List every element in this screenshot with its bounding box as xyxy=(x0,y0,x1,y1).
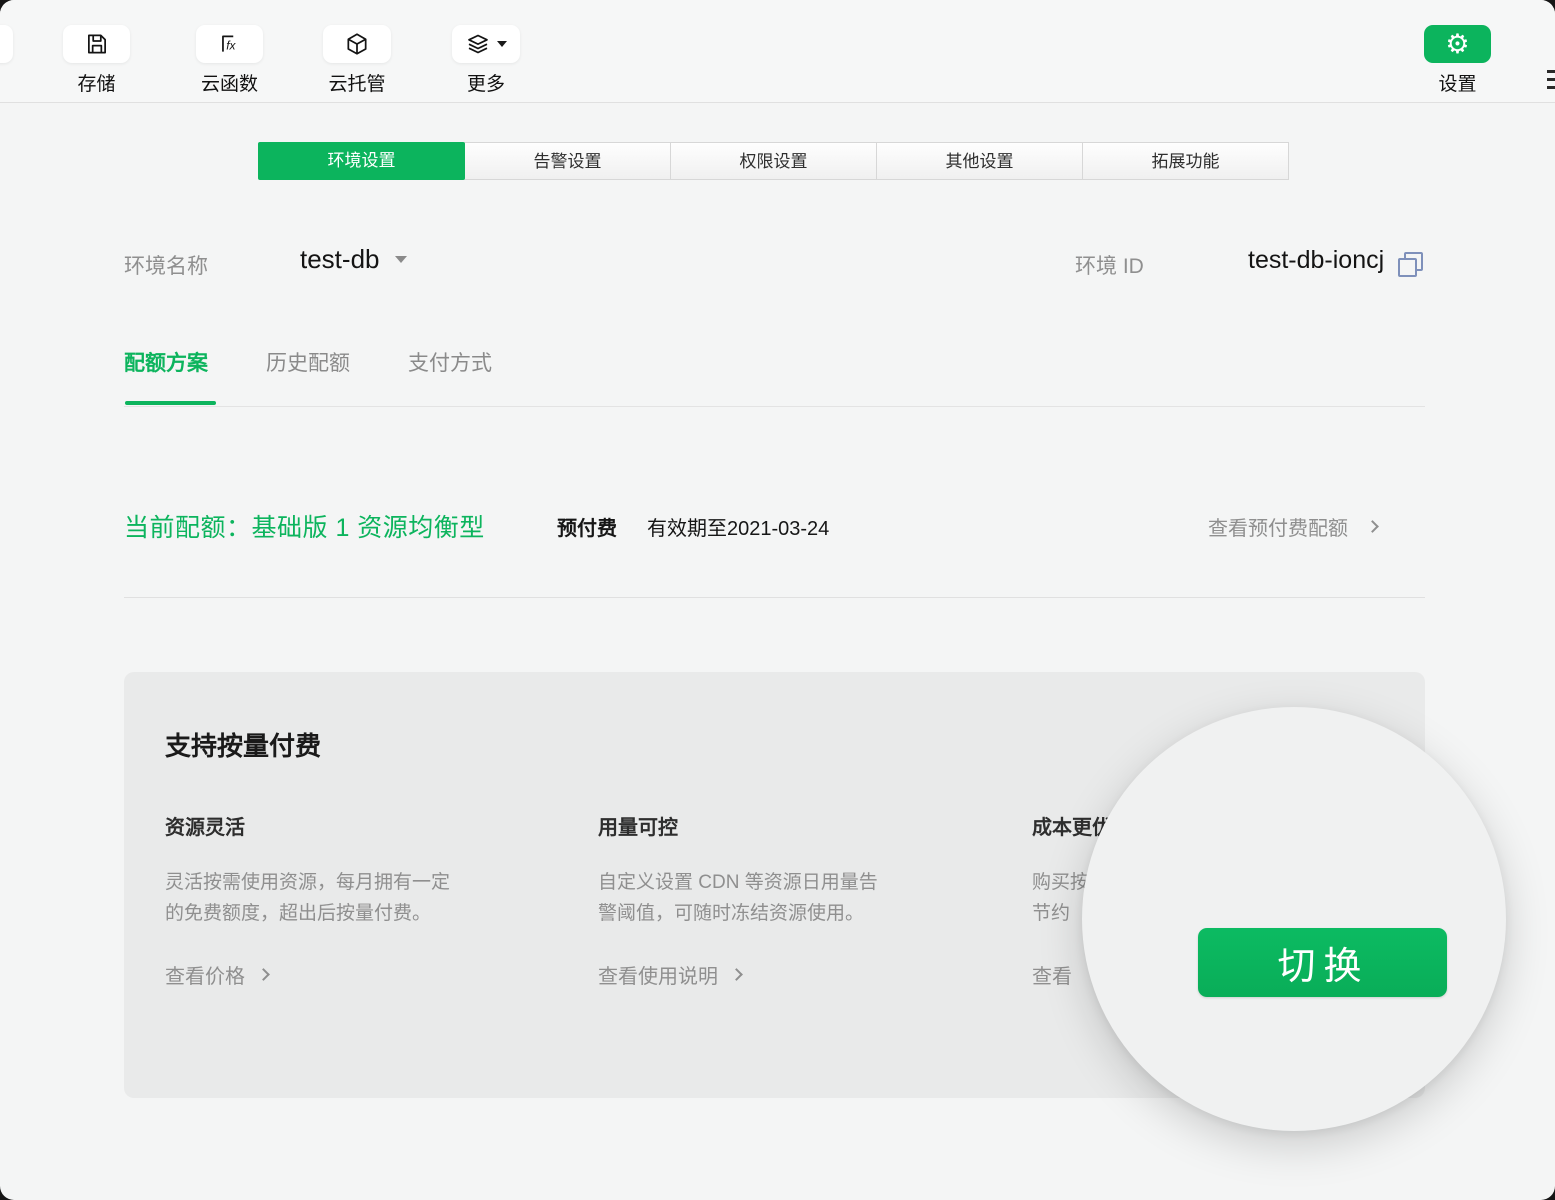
tab-extension-features[interactable]: 拓展功能 xyxy=(1082,142,1289,180)
card-title: 支持按量付费 xyxy=(165,726,321,763)
settings-label: 设置 xyxy=(1424,69,1491,96)
body-line: 灵活按需使用资源，每月拥有一定 xyxy=(165,867,555,898)
link-label: 查看价格 xyxy=(165,960,245,989)
body-line: 的免费额度，超出后按量付费。 xyxy=(165,898,555,929)
environment-name-value: test-db xyxy=(300,244,380,275)
function-fx-icon: fx xyxy=(217,31,243,57)
tab-permission-settings[interactable]: 权限设置 xyxy=(670,142,877,180)
section-divider xyxy=(124,597,1425,598)
environment-id-value: test-db-ioncj xyxy=(1248,246,1384,275)
clipped-toolbar-text xyxy=(1547,70,1555,91)
view-prepaid-quota-link[interactable]: 查看预付费配额 xyxy=(1208,512,1377,541)
caret-down-icon xyxy=(497,41,507,47)
environment-name-label: 环境名称 xyxy=(124,250,208,280)
subtab-divider xyxy=(124,406,1425,407)
view-usage-guide-link[interactable]: 查看使用说明 xyxy=(598,960,988,989)
clipped-toolbar-button[interactable] xyxy=(0,25,13,63)
settings-tab-bar: 环境设置 告警设置 权限设置 其他设置 拓展功能 xyxy=(258,142,1289,180)
tab-other-settings[interactable]: 其他设置 xyxy=(876,142,1083,180)
floppy-disk-icon xyxy=(84,31,110,57)
cloud-function-button[interactable]: fx xyxy=(196,25,263,63)
more-button[interactable] xyxy=(452,25,520,63)
link-label: 查看使用说明 xyxy=(598,960,718,989)
body-line: 自定义设置 CDN 等资源日用量告 xyxy=(598,867,988,898)
link-label: 查看 xyxy=(1032,960,1072,989)
toolbar: 存储 fx 云函数 云托管 xyxy=(0,0,1555,103)
magnifier-highlight-circle xyxy=(1082,707,1506,1131)
tab-alert-settings[interactable]: 告警设置 xyxy=(464,142,671,180)
subtab-payment-method[interactable]: 支付方式 xyxy=(408,347,492,377)
column-usage-control: 用量可控 自定义设置 CDN 等资源日用量告 警阈值，可随时冻结资源使用。 查看… xyxy=(598,811,988,989)
column-heading: 用量可控 xyxy=(598,811,988,840)
copy-icon[interactable] xyxy=(1398,252,1423,277)
current-quota-text: 当前配额：基础版 1 资源均衡型 xyxy=(124,508,485,544)
active-subtab-underline xyxy=(125,401,216,405)
payment-type-text: 预付费 xyxy=(557,512,617,541)
validity-text: 有效期至2021-03-24 xyxy=(647,512,829,541)
column-heading: 资源灵活 xyxy=(165,811,555,840)
environment-name-dropdown[interactable]: test-db xyxy=(300,244,407,275)
chevron-right-icon xyxy=(730,968,743,981)
storage-label: 存储 xyxy=(63,69,130,96)
view-prepaid-quota-label: 查看预付费配额 xyxy=(1208,512,1348,541)
more-label: 更多 xyxy=(452,69,520,96)
chevron-right-icon xyxy=(1366,520,1379,533)
subtab-quota-history[interactable]: 历史配额 xyxy=(266,347,350,377)
layers-icon xyxy=(465,31,491,57)
environment-id-label: 环境 ID xyxy=(1075,250,1144,280)
storage-button[interactable] xyxy=(63,25,130,63)
settings-button[interactable]: ⚙ xyxy=(1424,25,1491,63)
chevron-right-icon xyxy=(257,968,270,981)
subtab-quota-plan[interactable]: 配额方案 xyxy=(124,347,208,377)
cloud-hosting-button[interactable] xyxy=(323,25,391,63)
switch-button[interactable]: 切换 xyxy=(1198,928,1447,997)
view-pricing-link[interactable]: 查看价格 xyxy=(165,960,555,989)
body-line: 警阈值，可随时冻结资源使用。 xyxy=(598,898,988,929)
gear-icon: ⚙ xyxy=(1445,31,1469,58)
console-window: 存储 fx 云函数 云托管 xyxy=(0,0,1555,1200)
column-body: 灵活按需使用资源，每月拥有一定 的免费额度，超出后按量付费。 xyxy=(165,867,555,929)
svg-text:fx: fx xyxy=(226,38,236,52)
cloud-hosting-label: 云托管 xyxy=(323,69,391,96)
cube-icon xyxy=(344,31,370,57)
cloud-function-label: 云函数 xyxy=(196,69,263,96)
caret-down-icon xyxy=(395,256,407,263)
column-body: 自定义设置 CDN 等资源日用量告 警阈值，可随时冻结资源使用。 xyxy=(598,867,988,929)
tab-environment-settings[interactable]: 环境设置 xyxy=(258,142,465,180)
column-flexible-resources: 资源灵活 灵活按需使用资源，每月拥有一定 的免费额度，超出后按量付费。 查看价格 xyxy=(165,811,555,989)
